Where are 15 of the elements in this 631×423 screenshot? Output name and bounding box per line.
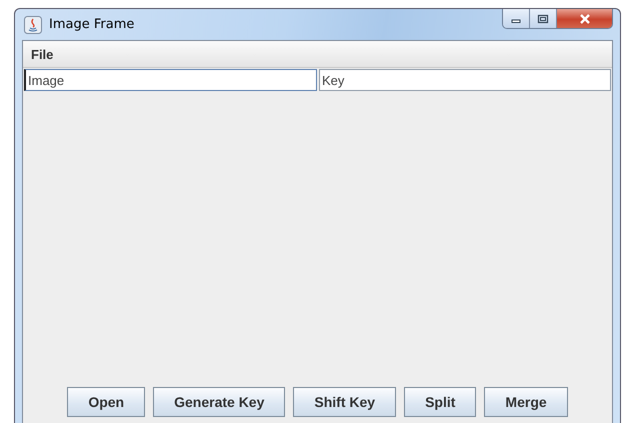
- app-icon: [24, 16, 42, 34]
- action-button[interactable]: Split: [404, 387, 476, 417]
- close-button[interactable]: [557, 9, 612, 28]
- text-field[interactable]: Key: [319, 69, 611, 91]
- action-button[interactable]: Merge: [484, 387, 568, 417]
- action-button[interactable]: Open: [67, 387, 146, 417]
- maximize-icon: [537, 14, 549, 24]
- minimize-button[interactable]: [503, 9, 530, 28]
- window-title: Image Frame: [49, 17, 134, 32]
- close-icon: [578, 12, 592, 24]
- action-button[interactable]: Generate Key: [153, 387, 286, 417]
- text-field[interactable]: Image: [24, 69, 317, 91]
- action-button[interactable]: Shift Key: [293, 387, 396, 417]
- maximize-button[interactable]: [530, 9, 557, 28]
- menu-item[interactable]: File: [29, 44, 56, 64]
